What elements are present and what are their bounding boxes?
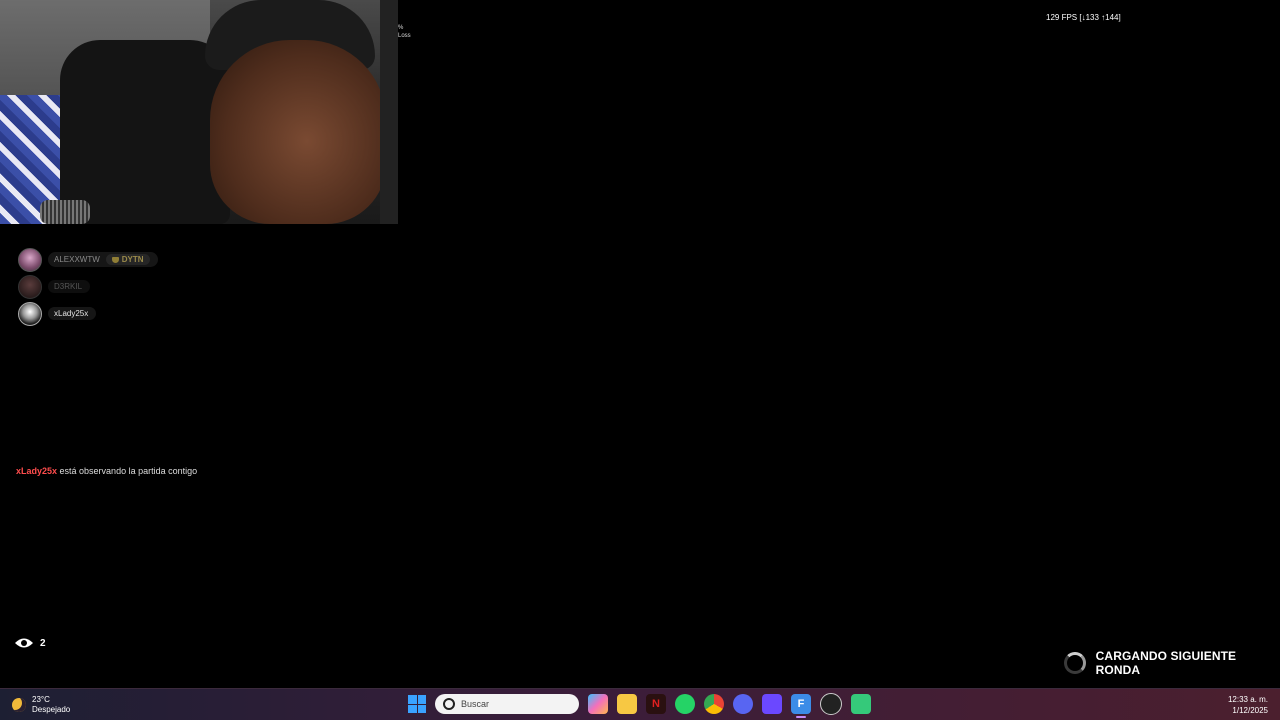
party-member: xLady25x: [18, 300, 158, 327]
windows-start-icon[interactable]: [408, 695, 426, 713]
shield-icon: [111, 256, 119, 263]
weather-temp: 23°C: [32, 695, 50, 704]
system-clock[interactable]: 12:33 a. m. 1/12/2025: [1228, 694, 1268, 716]
weather-desc: Despejado: [32, 705, 71, 714]
chrome-icon[interactable]: [704, 694, 724, 714]
spectator-notice: xLady25x está observando la partida cont…: [16, 466, 197, 476]
party-member: D3RKIL: [18, 273, 158, 300]
spinner-icon: [1064, 652, 1086, 674]
notice-message: está observando la partida contigo: [57, 466, 198, 476]
member-name: xLady25x: [54, 309, 89, 318]
clan-tag: DYTN: [105, 254, 150, 265]
member-name: D3RKIL: [54, 282, 83, 291]
taskbar-apps: Buscar N F: [408, 693, 871, 718]
moon-icon: [12, 698, 26, 712]
avatar: [18, 247, 42, 272]
party-list: ALEXXWTW DYTN D3RKIL xLady25x: [18, 246, 158, 327]
avatar: [18, 301, 42, 326]
fps-counter: 129 FPS [↓133 ↑144]: [1046, 13, 1121, 22]
webcam-overlay: [0, 0, 398, 224]
taskbar-search[interactable]: Buscar: [435, 694, 579, 714]
streaming-app-icon[interactable]: [762, 694, 782, 714]
avatar: [18, 274, 42, 299]
member-name: ALEXXWTW: [54, 255, 100, 264]
game-screen: % Loss 129 FPS [↓133 ↑144] ALEXXWTW DYTN…: [0, 0, 1280, 720]
copilot-icon[interactable]: [588, 694, 608, 714]
red-app-icon[interactable]: N: [646, 694, 666, 714]
party-member: ALEXXWTW DYTN: [18, 246, 158, 273]
taskbar: 23°C Despejado Buscar N F 12:33 a. m. 1/…: [0, 688, 1280, 720]
clock-date: 1/12/2025: [1232, 706, 1268, 715]
eye-icon: [15, 638, 33, 648]
loading-text: CARGANDO SIGUIENTE RONDA: [1095, 649, 1237, 677]
network-stats-cutoff: % Loss: [398, 25, 411, 39]
search-icon: [443, 698, 455, 710]
cursor-app-icon[interactable]: [851, 694, 871, 714]
discord-icon[interactable]: [733, 694, 753, 714]
clock-time: 12:33 a. m.: [1227, 695, 1268, 704]
file-explorer-icon[interactable]: [617, 694, 637, 714]
whatsapp-icon[interactable]: [675, 694, 695, 714]
fortnite-icon[interactable]: F: [791, 694, 811, 718]
spectator-count: 2: [14, 637, 46, 649]
obs-icon[interactable]: [820, 693, 842, 715]
microphone: [40, 200, 90, 224]
loading-indicator: CARGANDO SIGUIENTE RONDA: [1064, 649, 1280, 677]
notice-player: xLady25x: [16, 466, 58, 476]
weather-widget[interactable]: 23°C Despejado: [12, 695, 70, 715]
